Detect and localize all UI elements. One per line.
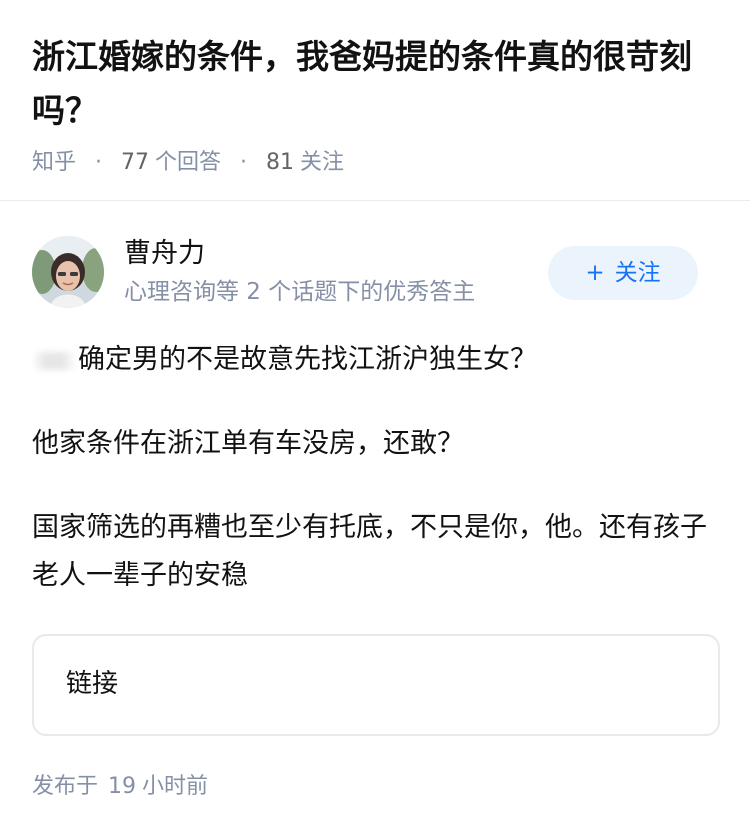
meta-separator: · <box>95 150 103 175</box>
author-row: 曹舟力 心理咨询等 2 个话题下的优秀答主 + 关注 <box>32 236 718 310</box>
answer-paragraph: 他家条件在浙江单有车没房，还敢？ <box>32 428 464 459</box>
question-meta: 知乎 · 77 个回答 · 81 关注 <box>32 148 722 178</box>
answer-paragraph: 确定男的不是故意先找江浙沪独生女？ <box>32 336 720 384</box>
publish-number: 19 <box>108 774 137 799</box>
followers-label: 关注 <box>300 150 345 175</box>
plus-icon: + <box>585 260 605 286</box>
answer-content: 确定男的不是故意先找江浙沪独生女？ 他家条件在浙江单有车没房，还敢？ 国家筛选的… <box>32 336 720 636</box>
question-header: 浙江婚嫁的条件，我爸妈提的条件真的很苛刻吗？ 知乎 · 77 个回答 · 81 关注 <box>32 30 722 178</box>
question-title[interactable]: 浙江婚嫁的条件，我爸妈提的条件真的很苛刻吗？ <box>32 30 722 138</box>
follow-button-label: 关注 <box>614 260 661 286</box>
link-card-label: 链接 <box>66 669 119 699</box>
answers-count: 77 <box>121 150 150 175</box>
avatar-image <box>32 236 104 308</box>
follow-button[interactable]: + 关注 <box>548 246 698 300</box>
followers-count: 81 <box>266 150 295 175</box>
answer-paragraph-text: 确定男的不是故意先找江浙沪独生女？ <box>78 344 537 375</box>
publish-time: 发布于 19 小时前 <box>32 772 208 802</box>
publish-prefix: 发布于 <box>32 774 99 799</box>
meta-separator: · <box>240 150 248 175</box>
author-name[interactable]: 曹舟力 <box>124 236 205 272</box>
blurred-mention <box>32 351 76 370</box>
answer-paragraph: 国家筛选的再糟也至少有托底，不只是你，他。还有孩子老人一辈子的安稳 <box>32 512 707 591</box>
publish-unit: 小时前 <box>142 774 209 799</box>
link-card[interactable]: 链接 <box>32 634 720 736</box>
answers-label[interactable]: 个回答 <box>155 150 221 175</box>
avatar[interactable] <box>32 236 104 308</box>
author-bio: 心理咨询等 2 个话题下的优秀答主 <box>124 279 476 305</box>
source-label[interactable]: 知乎 <box>32 150 76 175</box>
section-divider <box>0 200 750 201</box>
